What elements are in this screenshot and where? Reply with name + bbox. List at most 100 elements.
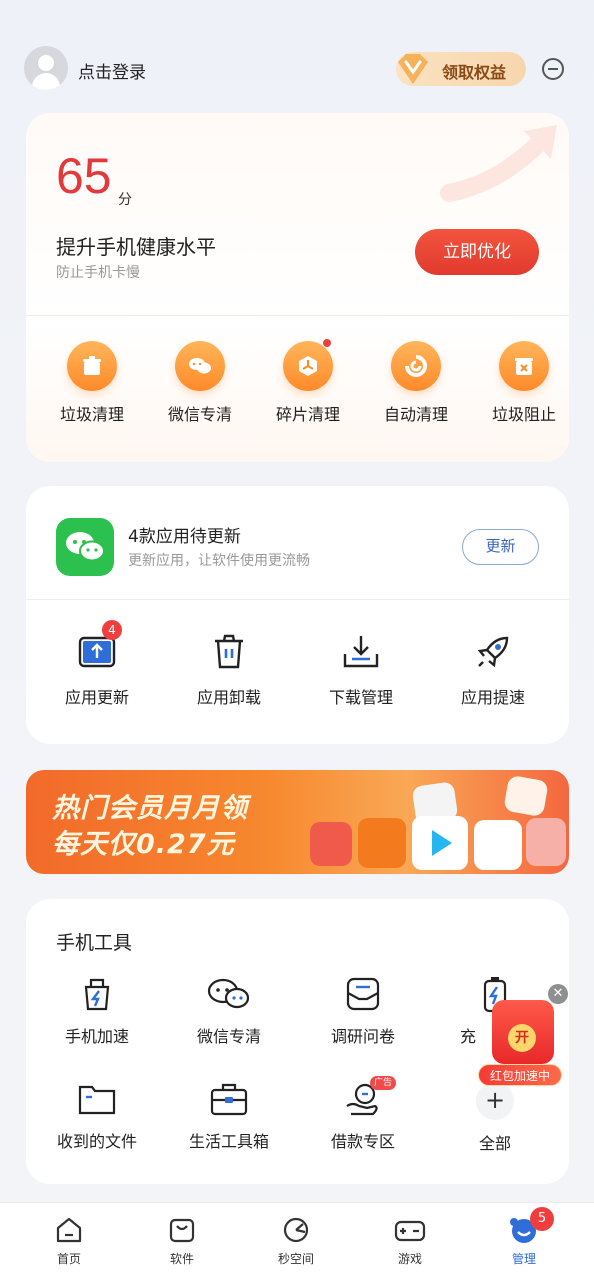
tool-item-survey[interactable]: 调研问卷 — [308, 975, 418, 1047]
app-tile — [474, 820, 522, 870]
auto-clean-icon — [391, 341, 441, 391]
clean-item-label: 垃圾清理 — [59, 405, 124, 424]
trash-bin-icon — [67, 341, 117, 391]
gamepad-icon — [394, 1220, 426, 1242]
home-icon — [56, 1217, 82, 1243]
survey-icon — [346, 977, 380, 1011]
close-icon[interactable]: ✕ — [548, 984, 568, 1004]
nav-software[interactable]: 软件 — [142, 1215, 222, 1267]
nav-label: 软件 — [169, 1252, 194, 1266]
tool-item-all[interactable]: + 全部 — [440, 1082, 550, 1154]
tool-item-speedup[interactable]: 手机加速 — [42, 975, 152, 1047]
fragment-icon — [283, 339, 333, 391]
clean-item-label: 碎片清理 — [275, 405, 340, 424]
tool-item-toolbox[interactable]: 生活工具箱 — [174, 1080, 284, 1152]
score-subtitle: 防止手机卡慢 — [56, 265, 140, 281]
toolbox-icon — [210, 1083, 248, 1116]
score-title: 提升手机健康水平 — [56, 235, 216, 259]
clean-tools-row: 垃圾清理 微信专清 碎片清理 自动清理 垃圾阻止 — [26, 339, 569, 441]
folder-icon — [78, 1085, 116, 1115]
login-link[interactable]: 点击登录 — [78, 58, 146, 83]
decorative-arrow-icon — [440, 125, 557, 202]
tool-item-label: 借款专区 — [330, 1132, 395, 1151]
tool-item-label: 调研问卷 — [330, 1027, 395, 1046]
manage-badge: 5 — [530, 1207, 554, 1231]
app-tile — [526, 818, 566, 866]
bag-icon — [169, 1218, 195, 1243]
app-item-speedup[interactable]: 应用提速 — [438, 632, 548, 708]
nav-label: 首页 — [56, 1252, 81, 1266]
divider — [26, 599, 569, 600]
update-count-badge: 4 — [102, 620, 122, 640]
notification-dot — [323, 339, 331, 347]
nav-games[interactable]: 游戏 — [370, 1215, 450, 1267]
open-button[interactable]: 开 — [508, 1024, 536, 1052]
nav-space[interactable]: 秒空间 — [256, 1215, 336, 1267]
tool-item-label: 微信专清 — [196, 1027, 261, 1046]
tool-item-files[interactable]: 收到的文件 — [42, 1080, 152, 1152]
play-icon — [432, 830, 452, 856]
tool-item-label: 全部 — [478, 1134, 511, 1153]
vip-benefits-button[interactable]: 领取权益 — [396, 52, 526, 86]
clean-item-label: 微信专清 — [167, 405, 232, 424]
nav-label: 管理 — [511, 1252, 536, 1266]
app-tile — [503, 774, 549, 818]
uninstall-icon — [215, 634, 243, 669]
vip-diamond-icon — [398, 54, 428, 84]
minus-circle-icon[interactable] — [542, 58, 564, 80]
banner-headline: 热门会员月月领 — [52, 793, 248, 824]
rocket-icon — [477, 636, 509, 668]
vip-text: 领取权益 — [442, 63, 507, 82]
update-subtitle: 更新应用，让软件使用更流畅 — [128, 553, 310, 569]
clean-item-trash[interactable]: 垃圾清理 — [38, 341, 146, 425]
tool-item-label: 手机加速 — [64, 1027, 129, 1046]
app-item-label: 应用更新 — [64, 688, 129, 707]
clean-item-fragment[interactable]: 碎片清理 — [254, 339, 362, 425]
app-tile — [310, 822, 352, 866]
app-item-label: 应用卸载 — [196, 688, 261, 707]
app-tile — [412, 816, 468, 870]
ad-tag: 广告 — [370, 1076, 397, 1090]
app-item-label: 应用提速 — [460, 688, 525, 707]
tools-title: 手机工具 — [56, 932, 133, 954]
app-tile — [358, 818, 406, 868]
health-score: 65 — [56, 148, 112, 204]
clean-item-label: 自动清理 — [383, 405, 448, 424]
tool-item-loan[interactable]: 广告 借款专区 — [308, 1076, 418, 1152]
clean-item-label: 垃圾阻止 — [491, 405, 556, 424]
avatar[interactable] — [24, 46, 68, 90]
nav-label: 游戏 — [397, 1252, 422, 1266]
speed-up-icon — [84, 978, 110, 1011]
red-packet-label: 红包加速中 — [478, 1064, 562, 1086]
download-icon — [343, 636, 379, 668]
score-unit: 分 — [118, 192, 132, 208]
banner-subheadline: 每天仅0.27元 — [52, 829, 235, 860]
space-icon — [283, 1217, 309, 1243]
divider — [26, 315, 569, 316]
tool-item-label: 生活工具箱 — [188, 1132, 269, 1151]
nav-label: 秒空间 — [277, 1252, 314, 1266]
app-item-uninstall[interactable]: 应用卸载 — [174, 632, 284, 708]
tool-item-label: 收到的文件 — [56, 1132, 137, 1151]
nav-manage[interactable]: 5 管理 — [484, 1207, 564, 1267]
bottom-nav: 首页 软件 秒空间 游戏 5 管理 — [0, 1202, 594, 1280]
clean-item-wechat[interactable]: 微信专清 — [146, 341, 254, 425]
clean-item-auto[interactable]: 自动清理 — [362, 341, 470, 425]
clean-item-block[interactable]: 垃圾阻止 — [470, 341, 569, 425]
header: 点击登录 领取权益 — [24, 46, 570, 92]
wechat-app-icon — [56, 518, 114, 576]
app-manage-row: 4 应用更新 应用卸载 下载管理 应用提速 — [26, 620, 569, 712]
membership-banner[interactable]: 热门会员月月领 每天仅0.27元 — [26, 770, 569, 874]
optimize-button[interactable]: 立即优化 — [415, 229, 539, 275]
nav-home[interactable]: 首页 — [29, 1215, 109, 1267]
red-packet-float[interactable]: 开 红包加速中 ✕ — [470, 980, 570, 1090]
app-item-download[interactable]: 下载管理 — [306, 632, 416, 708]
update-button[interactable]: 更新 — [462, 529, 539, 565]
tool-item-wechat[interactable]: 微信专清 — [174, 975, 284, 1047]
app-item-update[interactable]: 4 应用更新 — [42, 620, 152, 708]
app-update-card: 4款应用待更新 更新应用，让软件使用更流畅 更新 4 应用更新 应用卸载 下载管… — [26, 486, 569, 744]
wechat-icon — [207, 978, 250, 1009]
app-item-label: 下载管理 — [328, 688, 393, 707]
health-score-card: 65 分 提升手机健康水平 防止手机卡慢 立即优化 垃圾清理 微信专清 碎片清理 — [26, 113, 569, 462]
block-trash-icon — [499, 341, 549, 391]
